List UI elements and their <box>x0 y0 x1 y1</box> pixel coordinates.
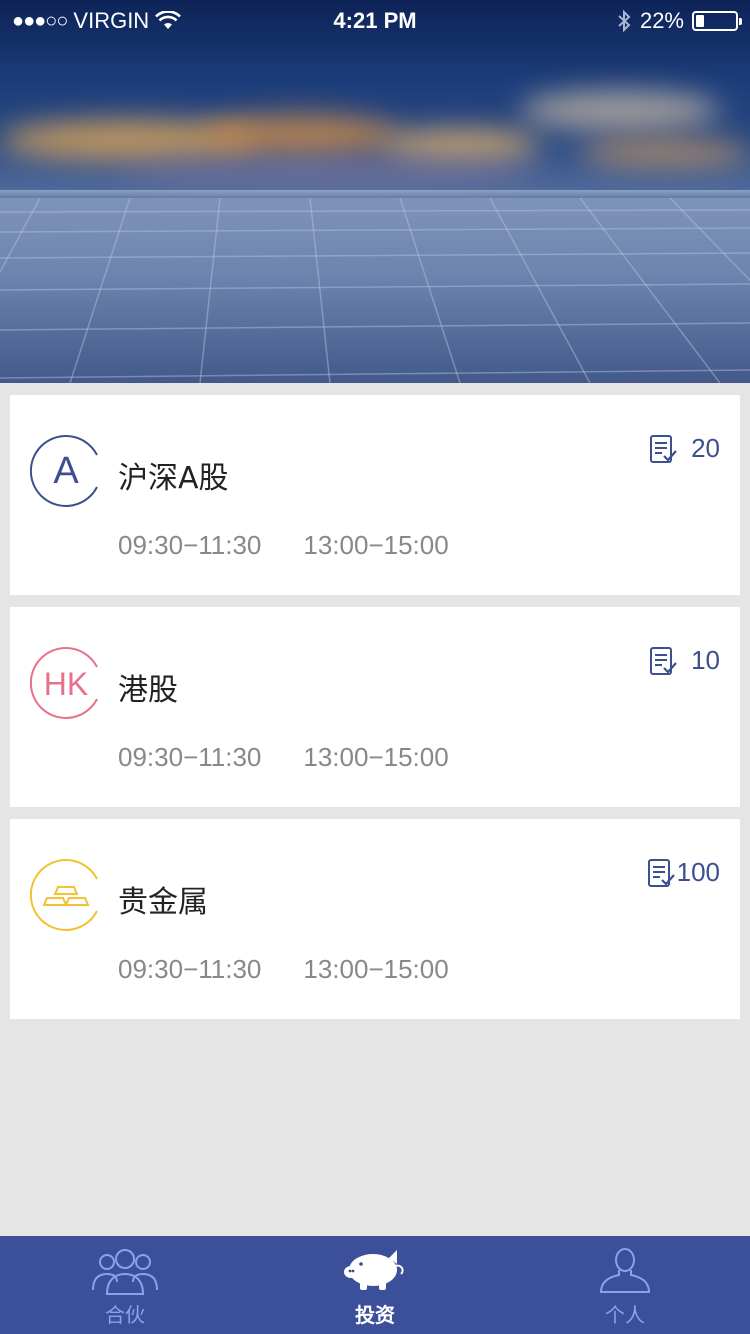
market-name: 沪深A股 <box>118 461 229 496</box>
status-bar: ●●●○○ VIRGIN 4:21 PM 22% <box>0 0 750 40</box>
market-card-a-shares[interactable]: A 沪深A股 09:30−11:30 13:00−15:00 20 <box>10 395 740 595</box>
battery-icon <box>692 11 742 31</box>
hero-banner <box>0 0 750 383</box>
market-card-hk-shares[interactable]: HK 港股 09:30−11:30 13:00−15:00 10 <box>10 607 740 807</box>
gold-bars-icon <box>30 859 98 931</box>
person-icon <box>599 1248 651 1293</box>
market-count[interactable]: 10 <box>649 645 720 676</box>
svg-text:A: A <box>53 450 79 492</box>
trading-hours: 09:30−11:30 13:00−15:00 <box>118 954 449 985</box>
market-count[interactable]: 100 <box>647 857 720 888</box>
tab-bar: 合伙 投资 个人 <box>0 1236 750 1334</box>
a-shares-logo-icon: A <box>30 435 98 507</box>
afternoon-session: 13:00−15:00 <box>303 742 449 772</box>
afternoon-session: 13:00−15:00 <box>303 954 449 984</box>
tab-label: 个人 <box>605 1303 645 1327</box>
checklist-icon <box>650 434 677 463</box>
morning-session: 09:30−11:30 <box>118 530 262 560</box>
market-count[interactable]: 20 <box>649 433 720 464</box>
morning-session: 09:30−11:30 <box>118 954 262 984</box>
trading-hours: 09:30−11:30 13:00−15:00 <box>118 742 449 773</box>
morning-session: 09:30−11:30 <box>118 742 262 772</box>
count-value: 20 <box>691 433 720 463</box>
market-name: 贵金属 <box>118 885 208 920</box>
tab-personal[interactable]: 个人 <box>500 1236 750 1334</box>
bluetooth-icon <box>618 9 631 33</box>
partners-icon <box>92 1249 158 1295</box>
tab-partners[interactable]: 合伙 <box>0 1236 250 1334</box>
hk-shares-logo-icon: HK <box>30 647 98 719</box>
piggy-bank-icon <box>344 1250 404 1290</box>
count-value: 10 <box>691 645 720 675</box>
count-value: 100 <box>676 857 720 887</box>
tab-label: 合伙 <box>105 1303 145 1327</box>
afternoon-session: 13:00−15:00 <box>303 530 449 560</box>
tab-invest[interactable]: 投资 <box>250 1236 500 1334</box>
checklist-icon <box>647 858 675 887</box>
svg-text:HK: HK <box>44 666 88 702</box>
investment-screen: ●●●○○ VIRGIN 4:21 PM 22% A 沪深A股 09:30−11… <box>0 0 750 1334</box>
checklist-icon <box>650 646 677 675</box>
tab-label: 投资 <box>355 1303 395 1327</box>
battery-percent: 22% <box>639 8 684 33</box>
trading-hours: 09:30−11:30 13:00−15:00 <box>118 530 449 561</box>
market-name: 港股 <box>118 673 178 708</box>
market-card-precious-metals[interactable]: 贵金属 09:30−11:30 13:00−15:00 100 <box>10 819 740 1019</box>
